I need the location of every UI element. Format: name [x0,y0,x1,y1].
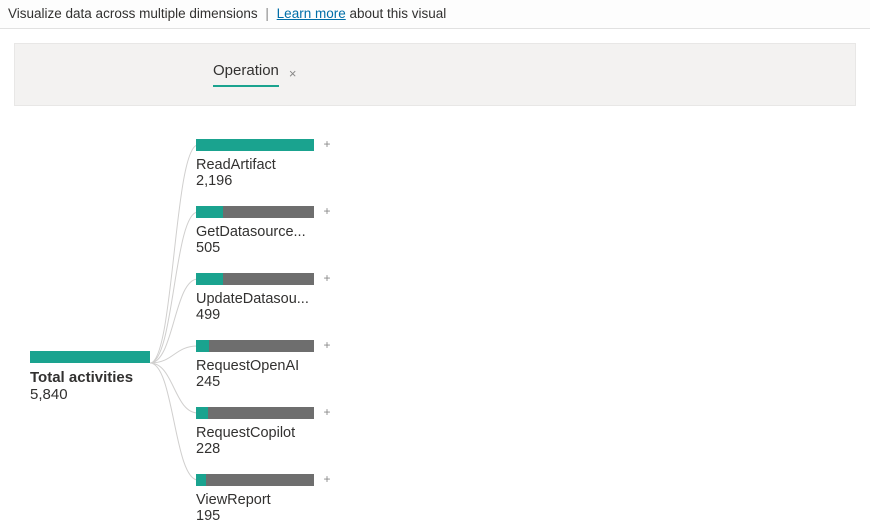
tree-node[interactable]: + UpdateDatasou... 499 [196,273,336,340]
expand-icon[interactable]: + [320,138,334,152]
node-bar [196,139,314,151]
node-label: ViewReport [196,492,314,508]
node-bar [196,206,314,218]
tree-node[interactable]: + ViewReport 195 [196,474,336,524]
expand-icon[interactable]: + [320,339,334,353]
expand-icon[interactable]: + [320,205,334,219]
close-icon[interactable]: × [289,66,297,83]
expand-icon[interactable]: + [320,473,334,487]
node-bar [196,273,314,285]
expand-icon[interactable]: + [320,272,334,286]
promo-banner: Visualize data across multiple dimension… [0,0,870,29]
node-label: UpdateDatasou... [196,291,314,307]
node-value: 505 [196,240,336,256]
child-column: + ReadArtifact 2,196 + GetDatasource... … [196,139,336,524]
promo-suffix: about this visual [346,6,447,21]
node-label: RequestCopilot [196,425,314,441]
connector-lines [150,105,198,524]
node-bar [196,340,314,352]
node-bar [196,407,314,419]
node-label: GetDatasource... [196,224,314,240]
node-bar [196,474,314,486]
dimension-chip[interactable]: Operation × [213,62,296,87]
root-value: 5,840 [30,386,150,403]
dimension-header: Operation × [14,43,856,106]
separator: | [265,6,269,21]
node-value: 2,196 [196,173,336,189]
learn-more-link[interactable]: Learn more [277,6,346,21]
tree-viewport: Operation × Total activities 5,840 + Rea… [0,29,870,524]
tree-node[interactable]: + ReadArtifact 2,196 [196,139,336,206]
node-label: RequestOpenAI [196,358,314,374]
node-value: 195 [196,508,336,524]
root-bar [30,351,150,363]
tree-node[interactable]: + GetDatasource... 505 [196,206,336,273]
root-node[interactable]: Total activities 5,840 [30,351,150,403]
tree-node[interactable]: + RequestOpenAI 245 [196,340,336,407]
node-value: 245 [196,374,336,390]
dimension-label: Operation [213,62,279,87]
node-value: 499 [196,307,336,323]
root-label: Total activities [30,369,150,386]
node-label: ReadArtifact [196,157,314,173]
decomposition-tree-visual: Visualize data across multiple dimension… [0,0,870,524]
expand-icon[interactable]: + [320,406,334,420]
tree-canvas: Total activities 5,840 + ReadArtifact 2,… [0,105,870,524]
tree-node[interactable]: + RequestCopilot 228 [196,407,336,474]
node-value: 228 [196,441,336,457]
promo-text: Visualize data across multiple dimension… [8,6,258,21]
